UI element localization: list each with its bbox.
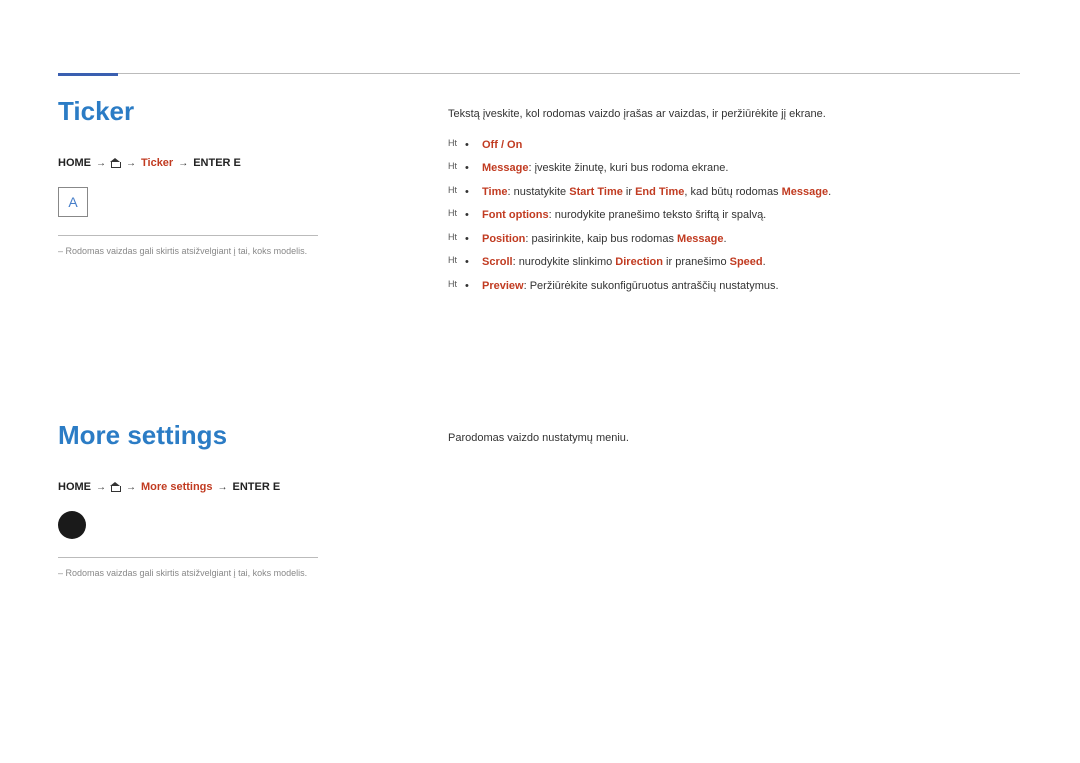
arrow-icon: → — [96, 158, 106, 169]
home-icon — [111, 482, 121, 492]
ticker-heading: Ticker — [58, 96, 378, 127]
item-text: Font options: nurodykite pranešimo tekst… — [482, 209, 766, 221]
list-item: Ht Font options: nurodykite pranešimo tek… — [448, 207, 998, 224]
list-item: Ht Preview: Peržiūrėkite sukonfigūruotus … — [448, 278, 998, 295]
marker-icon: Ht — [448, 160, 457, 174]
item-text: Off / On — [482, 139, 522, 151]
list-item: Ht Message: įveskite žinutę, kuri bus rod… — [448, 160, 998, 177]
divider — [58, 235, 318, 236]
breadcrumb-enter: ENTER E — [193, 157, 241, 169]
arrow-icon: → — [218, 482, 228, 493]
breadcrumb-ticker: Ticker — [141, 157, 173, 169]
marker-icon: Ht — [448, 184, 457, 198]
ticker-right-column: Tekstą įveskite, kol rodomas vaizdo įraš… — [448, 106, 998, 301]
page-divider — [58, 73, 1020, 74]
breadcrumb-home: HOME — [58, 157, 91, 169]
item-text: Time: nustatykite Start Time ir End Time… — [482, 186, 831, 198]
ticker-description: Tekstą įveskite, kol rodomas vaizdo įraš… — [448, 106, 998, 123]
item-text: Preview: Peržiūrėkite sukonfigūruotus an… — [482, 280, 779, 292]
item-text: Position: pasirinkite, kaip bus rodomas … — [482, 233, 727, 245]
arrow-icon: → — [126, 158, 136, 169]
more-settings-breadcrumb: HOME → → More settings → ENTER E — [58, 481, 378, 493]
ticker-note: Rodomas vaizdas gali skirtis atsižvelgia… — [58, 246, 378, 256]
preview-letter: A — [68, 194, 77, 210]
breadcrumb-more-settings: More settings — [141, 481, 213, 493]
marker-icon: Ht — [448, 278, 457, 292]
arrow-icon: → — [178, 158, 188, 169]
more-settings-description: Parodomas vaizdo nustatymų meniu. — [448, 430, 998, 447]
item-text: Message: įveskite žinutę, kuri bus rodom… — [482, 162, 728, 174]
page-header-accent — [58, 73, 118, 76]
more-settings-right-column: Parodomas vaizdo nustatymų meniu. — [448, 430, 998, 461]
breadcrumb-enter: ENTER E — [233, 481, 281, 493]
divider — [58, 557, 318, 558]
marker-icon: Ht — [448, 231, 457, 245]
ticker-options-list: Ht Off / On Ht Message: įveskite žinutę, k… — [448, 137, 998, 295]
home-icon — [111, 158, 121, 168]
ticker-preview-box: A — [58, 187, 88, 217]
list-item: Ht Position: pasirinkite, kaip bus rodoma… — [448, 231, 998, 248]
ticker-left-column: Ticker HOME → → Ticker → ENTER E A Rodom… — [58, 96, 378, 256]
breadcrumb-home: HOME — [58, 481, 91, 493]
more-settings-note: Rodomas vaizdas gali skirtis atsižvelgia… — [58, 568, 378, 578]
arrow-icon: → — [96, 482, 106, 493]
list-item: Ht Off / On — [448, 137, 998, 154]
more-settings-left-column: More settings HOME → → More settings → E… — [58, 420, 378, 578]
marker-icon: Ht — [448, 254, 457, 268]
ticker-breadcrumb: HOME → → Ticker → ENTER E — [58, 157, 378, 169]
marker-icon: Ht — [448, 137, 457, 151]
list-item: Ht Scroll: nurodykite slinkimo Direction … — [448, 254, 998, 271]
item-text: Scroll: nurodykite slinkimo Direction ir… — [482, 256, 766, 268]
marker-icon: Ht — [448, 207, 457, 221]
more-settings-preview-circle — [58, 511, 86, 539]
list-item: Ht Time: nustatykite Start Time ir End Ti… — [448, 184, 998, 201]
more-settings-heading: More settings — [58, 420, 378, 451]
arrow-icon: → — [126, 482, 136, 493]
